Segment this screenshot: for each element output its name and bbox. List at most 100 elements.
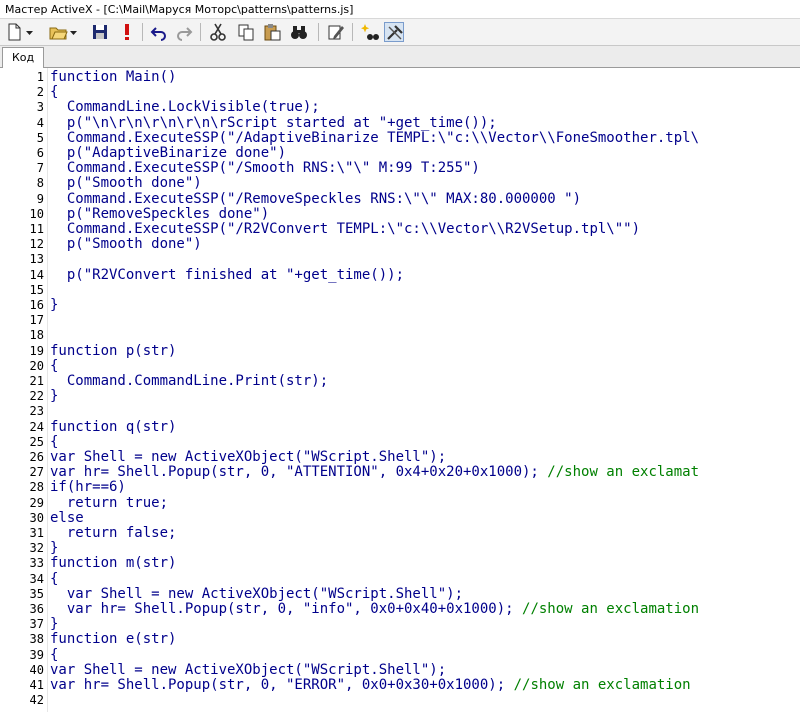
code-line[interactable]: 31 return false; bbox=[0, 525, 800, 541]
line-number: 21 bbox=[29, 374, 44, 388]
cut-icon[interactable] bbox=[208, 22, 228, 42]
code-statement: var Shell = new ActiveXObject("WScript.S… bbox=[50, 585, 464, 602]
code-line[interactable]: 1 function Main() bbox=[0, 69, 800, 85]
code-statement: var hr= Shell.Popup(str, 0, "ERROR", 0x0… bbox=[50, 677, 514, 693]
code-statement: function q(str) bbox=[50, 418, 177, 435]
code-text: function q(str) bbox=[50, 418, 177, 435]
code-text: { bbox=[50, 647, 58, 663]
line-number: 14 bbox=[29, 267, 44, 282]
code-text: { bbox=[50, 434, 58, 450]
code-line[interactable]: 4 p("\n\r\n\r\n\r\n\rScript started at "… bbox=[0, 114, 800, 131]
save-icon[interactable] bbox=[90, 22, 110, 42]
code-line[interactable]: 20 { bbox=[0, 357, 800, 374]
code-line[interactable]: 14 p("R2VConvert finished at "+get_time(… bbox=[0, 266, 800, 283]
code-line[interactable]: 24 function q(str) bbox=[0, 418, 800, 435]
line-number: 41 bbox=[29, 678, 44, 692]
app-window: Мастер ActiveX - [C:\Mail\Маруся Моторс\… bbox=[0, 0, 800, 712]
code-line[interactable]: 18 bbox=[0, 328, 800, 343]
code-statement: function Main() bbox=[50, 69, 177, 85]
code-line[interactable]: 36 var hr= Shell.Popup(str, 0, "info", 0… bbox=[0, 601, 800, 617]
paste-icon[interactable] bbox=[262, 22, 282, 42]
undo-icon[interactable] bbox=[149, 22, 169, 42]
code-statement: p("R2VConvert finished at "+get_time()); bbox=[50, 266, 405, 283]
code-line[interactable]: 19 function p(str) bbox=[0, 343, 800, 359]
code-editor[interactable]: 1 function Main() 2{3 CommandLine.LockVisi… bbox=[0, 68, 800, 712]
tools-icon[interactable] bbox=[384, 22, 404, 42]
code-line[interactable]: 10 p("RemoveSpeckles done") bbox=[0, 205, 800, 222]
code-line[interactable]: 6 p("AdaptiveBinarize done") bbox=[0, 145, 800, 161]
code-line[interactable]: 39 { bbox=[0, 647, 800, 663]
code-text: function p(str) bbox=[50, 343, 176, 359]
code-line[interactable]: 42 bbox=[0, 693, 800, 708]
line-number: 18 bbox=[29, 328, 44, 343]
code-line[interactable]: 35 var Shell = new ActiveXObject("WScrip… bbox=[0, 585, 800, 602]
code-line[interactable]: 32} bbox=[0, 541, 800, 556]
code-line[interactable]: 2{ bbox=[0, 85, 800, 100]
code-statement: { bbox=[50, 84, 59, 101]
code-line[interactable]: 21 Command.CommandLine.Print(str); bbox=[0, 373, 800, 389]
code-statement: else bbox=[50, 509, 84, 526]
code-line[interactable]: 9 Command.ExecuteSSP("/RemoveSpeckles RN… bbox=[0, 191, 800, 207]
code-line[interactable]: 5 Command.ExecuteSSP("/AdaptiveBinarize … bbox=[0, 130, 800, 146]
line-number: 36 bbox=[29, 602, 44, 616]
open-dropdown-arrow-icon[interactable] bbox=[69, 22, 78, 42]
code-line[interactable]: 26 var Shell = new ActiveXObject("WScript… bbox=[0, 449, 800, 465]
code-line[interactable]: 17 bbox=[0, 313, 800, 328]
code-line[interactable]: 40 var Shell = new ActiveXObject("WScript… bbox=[0, 662, 800, 678]
code-line[interactable]: 12 p("Smooth done") bbox=[0, 237, 800, 252]
wizard-icon[interactable] bbox=[360, 22, 380, 42]
code-line[interactable]: 28 if(hr==6) bbox=[0, 480, 800, 495]
code-text: Command.ExecuteSSP("/AdaptiveBinarize TE… bbox=[50, 130, 699, 146]
code-line[interactable]: 29 return true; bbox=[0, 495, 800, 511]
copy-icon[interactable] bbox=[236, 22, 256, 42]
line-number: 34 bbox=[29, 571, 44, 586]
line-number: 33 bbox=[29, 556, 44, 571]
code-statement: p("RemoveSpeckles done") bbox=[50, 205, 270, 222]
new-document-icon[interactable] bbox=[4, 22, 24, 42]
line-number: 10 bbox=[29, 206, 44, 221]
code-statement: { bbox=[50, 357, 59, 374]
open-folder-icon[interactable] bbox=[48, 22, 68, 42]
code-text: CommandLine.LockVisible(true); bbox=[50, 100, 320, 115]
line-number: 24 bbox=[29, 419, 44, 434]
find-icon[interactable] bbox=[289, 22, 309, 42]
code-line[interactable]: 3 CommandLine.LockVisible(true); bbox=[0, 100, 800, 115]
code-line[interactable]: 27 var hr= Shell.Popup(str, 0, "ATTENTION… bbox=[0, 465, 800, 480]
code-text: p("RemoveSpeckles done") bbox=[50, 205, 270, 222]
code-line[interactable]: 30 else bbox=[0, 509, 800, 526]
code-line[interactable]: 11 Command.ExecuteSSP("/R2VConvert TEMPL… bbox=[0, 221, 800, 237]
edit-icon[interactable] bbox=[326, 22, 346, 42]
code-line[interactable]: 25 { bbox=[0, 434, 800, 450]
code-line[interactable]: 33 function m(str) bbox=[0, 556, 800, 571]
tab-bar: Код bbox=[0, 46, 800, 69]
line-number: 15 bbox=[29, 282, 44, 297]
code-statement: if(hr==6) bbox=[50, 479, 126, 496]
code-line[interactable]: 37} bbox=[0, 617, 800, 632]
code-text: } bbox=[50, 297, 59, 313]
code-line[interactable]: 15 bbox=[0, 283, 800, 298]
code-statement: } bbox=[50, 297, 59, 313]
exclamation-icon[interactable] bbox=[117, 22, 137, 42]
code-text: { bbox=[50, 357, 59, 374]
line-number: 29 bbox=[29, 495, 44, 510]
line-number: 19 bbox=[29, 343, 44, 358]
code-statement: p("\n\r\n\r\n\r\n\rScript started at "+g… bbox=[50, 114, 497, 131]
code-line[interactable]: 13 bbox=[0, 252, 800, 267]
code-line[interactable]: 23 bbox=[0, 404, 800, 419]
line-number: 5 bbox=[36, 130, 44, 145]
code-text: { bbox=[50, 571, 58, 587]
code-line[interactable]: 41 var hr= Shell.Popup(str, 0, "ERROR", 0… bbox=[0, 677, 800, 693]
tab-code[interactable]: Код bbox=[2, 47, 45, 69]
line-number: 42 bbox=[29, 693, 44, 708]
line-number: 13 bbox=[29, 252, 44, 267]
code-line[interactable]: 22} bbox=[0, 389, 800, 404]
code-line[interactable]: 38 function e(str) bbox=[0, 632, 800, 647]
code-line[interactable]: 7 Command.ExecuteSSP("/Smooth RNS:\"\" M… bbox=[0, 161, 800, 176]
code-text: function m(str) bbox=[50, 556, 176, 571]
code-line[interactable]: 16} bbox=[0, 297, 800, 313]
code-line[interactable]: 8 p("Smooth done") bbox=[0, 176, 800, 191]
redo-icon[interactable] bbox=[174, 22, 194, 42]
code-text: var Shell = new ActiveXObject("WScript.S… bbox=[50, 662, 446, 678]
code-line[interactable]: 34 { bbox=[0, 571, 800, 587]
new-dropdown-arrow-icon[interactable] bbox=[25, 22, 34, 42]
